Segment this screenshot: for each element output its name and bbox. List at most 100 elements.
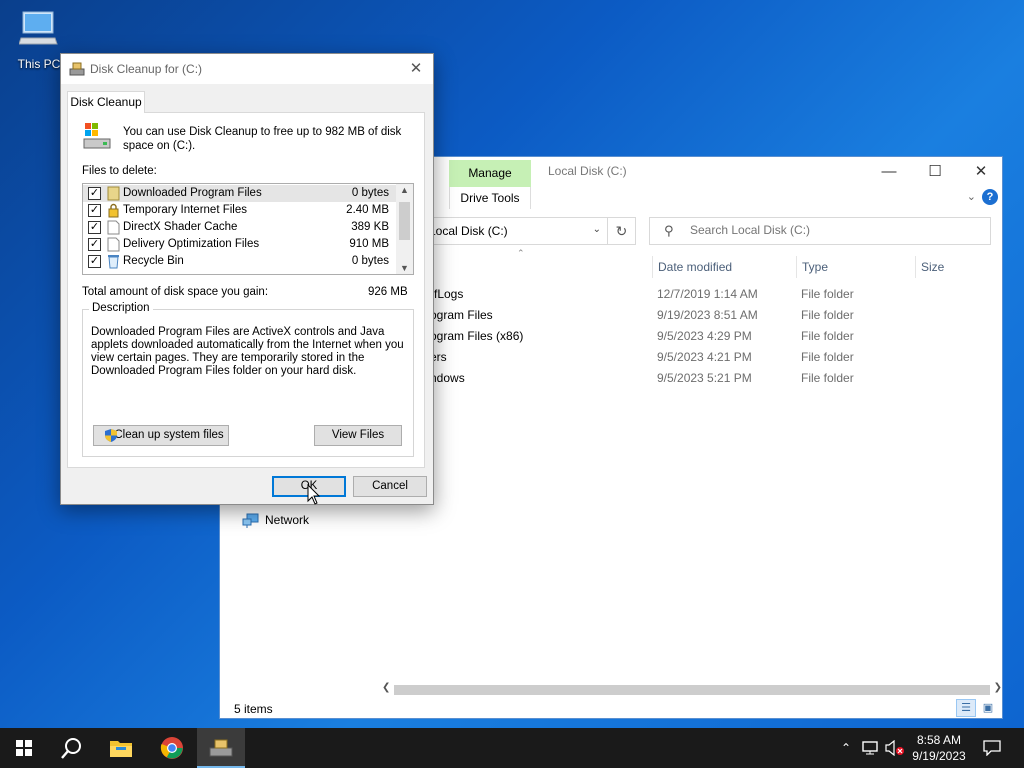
chrome-icon [160, 737, 183, 759]
ribbon-tab-manage[interactable]: Manage [449, 160, 531, 187]
action-center-button[interactable] [980, 728, 1004, 768]
scroll-left-icon[interactable]: ❮ [382, 682, 390, 693]
folder-icon [110, 741, 132, 757]
description-legend: Description [89, 302, 153, 314]
list-item[interactable]: ✓ Recycle Bin 0 bytes [83, 253, 397, 270]
taskbar-disk-cleanup[interactable] [197, 728, 245, 768]
chevron-down-icon[interactable]: ⌄ [593, 224, 601, 235]
scroll-thumb[interactable] [399, 202, 410, 240]
list-item[interactable]: ✓ DirectX Shader Cache 389 KB [83, 219, 397, 236]
system-clock[interactable]: 8:58 AM 9/19/2023 [906, 732, 972, 764]
description-group: Description Downloaded Program Files are… [82, 302, 414, 457]
files-to-delete-label: Files to delete: [82, 165, 157, 177]
drive-icon [83, 123, 111, 149]
table-row[interactable]: ogram Files (x86) 9/5/2023 4:29 PM File … [425, 326, 1005, 347]
explorer-title: Local Disk (C:) [548, 164, 627, 178]
large-icons-view-icon[interactable]: ▣ [978, 699, 998, 717]
dialog-close-button[interactable]: ✕ [405, 58, 427, 80]
scroll-thumb[interactable] [394, 685, 990, 695]
horizontal-scrollbar[interactable]: ❮ ❯ [382, 682, 1002, 697]
network-icon [242, 513, 259, 528]
checkbox[interactable]: ✓ [88, 204, 101, 217]
row-type: File folder [801, 287, 854, 301]
ribbon-drive-tools[interactable]: Drive Tools [449, 187, 531, 209]
search-input[interactable] [690, 223, 980, 237]
files-list[interactable]: ✓ Downloaded Program Files 0 bytes ✓ Tem… [82, 183, 414, 275]
checkbox[interactable]: ✓ [88, 255, 101, 268]
table-row[interactable]: ogram Files 9/19/2023 8:51 AM File folde… [425, 305, 1005, 326]
sort-caret-icon: ⌃ [517, 248, 525, 258]
row-type: File folder [801, 308, 854, 322]
checkbox[interactable]: ✓ [88, 187, 101, 200]
clock-date: 9/19/2023 [912, 749, 966, 763]
list-item-name: Recycle Bin [123, 255, 184, 267]
description-text: Downloaded Program Files are ActiveX con… [91, 326, 404, 377]
refresh-button[interactable]: ↻ [607, 217, 636, 245]
taskbar-file-explorer[interactable] [97, 728, 145, 768]
computer-icon [18, 11, 58, 45]
scroll-down-icon[interactable]: ▼ [400, 263, 409, 273]
maximize-button[interactable]: ☐ [912, 157, 958, 187]
list-scrollbar[interactable]: ▲ ▼ [396, 184, 413, 274]
view-files-button[interactable]: View Files [314, 425, 402, 446]
column-header-date[interactable]: Date modified [652, 256, 796, 278]
help-icon[interactable]: ? [982, 189, 998, 205]
search-box[interactable]: ⚲ [649, 217, 991, 245]
checkbox[interactable]: ✓ [88, 238, 101, 251]
close-button[interactable]: ✕ [958, 157, 1004, 187]
list-item[interactable]: ✓ Delivery Optimization Files 910 MB [83, 236, 397, 253]
checkbox[interactable]: ✓ [88, 221, 101, 234]
file-icon [107, 237, 120, 252]
table-row[interactable]: ndows 9/5/2023 5:21 PM File folder [425, 368, 1005, 389]
list-item-size: 2.40 MB [346, 204, 389, 216]
mouse-cursor-icon [307, 484, 321, 505]
disk-cleanup-icon [209, 739, 233, 757]
address-bar[interactable]: Local Disk (C:) ⌄ [420, 217, 608, 245]
taskbar: ⌃ 8:58 AM 9/19/2023 [0, 728, 1024, 768]
cancel-button[interactable]: Cancel [353, 476, 427, 497]
list-item-size: 910 MB [349, 238, 389, 250]
search-icon [61, 738, 81, 759]
row-date: 9/5/2023 4:21 PM [657, 350, 752, 364]
table-row[interactable]: rfLogs 12/7/2019 1:14 AM File folder [425, 284, 1005, 305]
clean-up-system-files-button[interactable]: Clean up system files [93, 425, 229, 446]
volume-muted-icon[interactable] [884, 728, 906, 768]
row-name: ogram Files [430, 308, 493, 322]
uac-shield-icon [105, 429, 117, 442]
nav-item-label: Network [265, 513, 310, 527]
speaker-icon [885, 740, 904, 756]
scroll-up-icon[interactable]: ▲ [400, 185, 409, 195]
total-space-label: Total amount of disk space you gain: [82, 286, 269, 298]
row-type: File folder [801, 371, 854, 385]
list-item[interactable]: ✓ Temporary Internet Files 2.40 MB [83, 202, 397, 219]
search-button[interactable] [48, 728, 96, 768]
minimize-button[interactable]: — [866, 157, 912, 187]
list-item-name: DirectX Shader Cache [123, 221, 238, 233]
table-row[interactable]: ers 9/5/2023 4:21 PM File folder [425, 347, 1005, 368]
lock-icon [108, 203, 119, 218]
network-icon [862, 741, 878, 755]
list-item-name: Downloaded Program Files [123, 187, 262, 199]
list-item-size: 389 KB [351, 221, 389, 233]
network-tray-icon[interactable] [860, 728, 882, 768]
status-item-count: 5 items [234, 702, 273, 716]
dialog-title: Disk Cleanup for (C:) [90, 62, 203, 76]
recycle-bin-icon [108, 255, 119, 269]
scroll-right-icon[interactable]: ❯ [994, 682, 1002, 693]
ribbon-expand-chevron-icon[interactable]: ⌄ [967, 190, 976, 203]
file-icon [107, 220, 120, 235]
folder-icon [107, 186, 120, 201]
details-view-icon[interactable]: ☰ [956, 699, 976, 717]
taskbar-chrome[interactable] [148, 728, 196, 768]
list-item-name: Delivery Optimization Files [123, 238, 260, 250]
info-text: You can use Disk Cleanup to free up to 9… [123, 126, 402, 152]
list-item-size: 0 bytes [351, 187, 389, 199]
row-date: 9/5/2023 4:29 PM [657, 329, 752, 343]
column-header-type[interactable]: Type [796, 256, 915, 278]
total-space-value: 926 MB [368, 286, 408, 298]
show-hidden-icons-chevron-icon[interactable]: ⌃ [836, 728, 856, 768]
tab-disk-cleanup[interactable]: Disk Cleanup [67, 91, 145, 113]
column-header-size[interactable]: Size [915, 256, 995, 278]
list-item[interactable]: ✓ Downloaded Program Files 0 bytes [83, 185, 397, 202]
start-button[interactable] [0, 728, 48, 768]
